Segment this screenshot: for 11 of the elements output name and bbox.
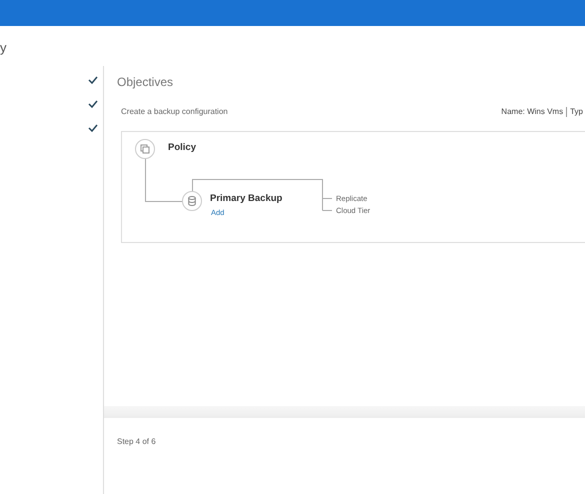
page-title: y xyxy=(0,39,8,57)
step-counter: Step 4 of 6 xyxy=(117,436,156,448)
policy-label: Policy xyxy=(168,141,196,155)
connector-line xyxy=(145,158,184,202)
name-label: Name: Wins Vms xyxy=(501,106,564,118)
database-icon xyxy=(188,196,196,206)
type-label: Typ xyxy=(570,106,583,118)
section-title: Objectives xyxy=(117,74,174,91)
section-subtitle: Create a backup configuration xyxy=(121,106,228,118)
copy-icon xyxy=(140,144,150,154)
primary-backup-label: Primary Backup xyxy=(210,192,282,206)
